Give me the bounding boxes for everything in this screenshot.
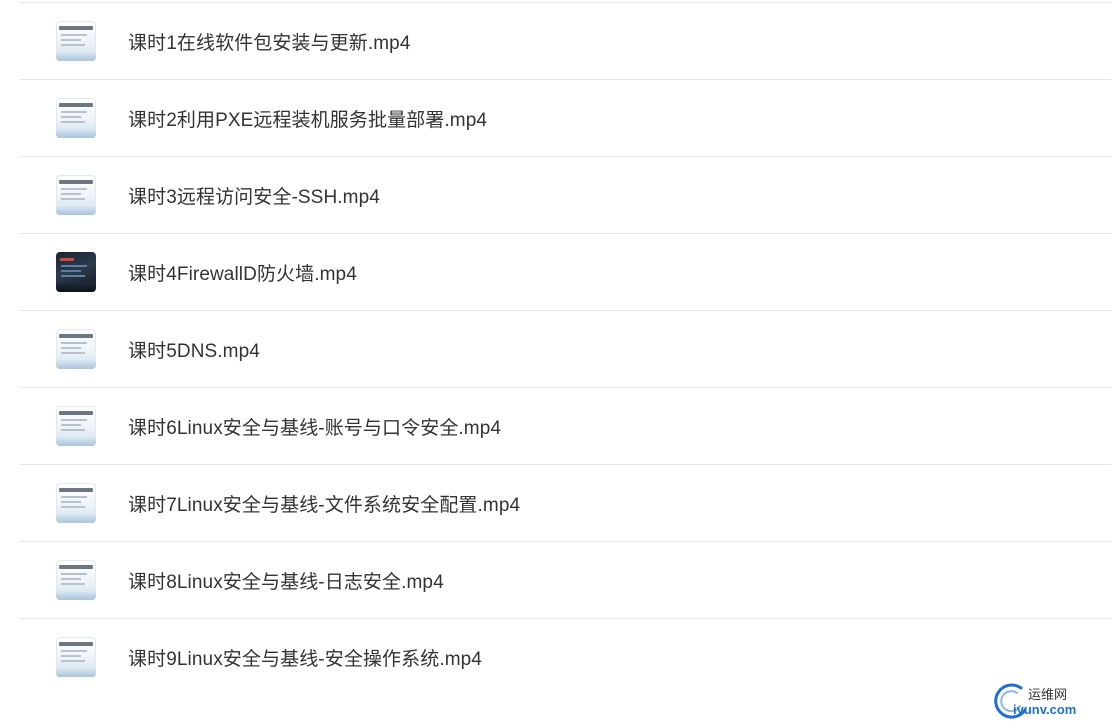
list-item[interactable]: 课时5DNS.mp4 xyxy=(20,310,1111,387)
file-name: 课时7Linux安全与基线-文件系统安全配置.mp4 xyxy=(128,494,521,516)
watermark: 运维网 iyunv.com xyxy=(991,682,1099,720)
file-name: 课时9Linux安全与基线-安全操作系统.mp4 xyxy=(128,648,482,670)
list-item[interactable]: 课时6Linux安全与基线-账号与口令安全.mp4 xyxy=(20,387,1111,464)
watermark-bottom-text: iyunv.com xyxy=(1013,702,1077,717)
list-item[interactable]: 课时1在线软件包安装与更新.mp4 xyxy=(20,2,1111,79)
file-name: 课时4FirewallD防火墙.mp4 xyxy=(128,263,357,285)
video-thumbnail xyxy=(56,637,96,677)
file-list: 课时1在线软件包安装与更新.mp4 课时2利用PXE远程装机服务批量部署.mp4… xyxy=(20,2,1111,695)
file-name: 课时2利用PXE远程装机服务批量部署.mp4 xyxy=(128,109,488,131)
list-item[interactable]: 课时3远程访问安全-SSH.mp4 xyxy=(20,156,1111,233)
video-thumbnail xyxy=(56,483,96,523)
watermark-top-text: 运维网 xyxy=(1028,687,1068,702)
list-item[interactable]: 课时9Linux安全与基线-安全操作系统.mp4 xyxy=(20,618,1111,695)
file-name: 课时6Linux安全与基线-账号与口令安全.mp4 xyxy=(128,417,502,439)
file-name: 课时5DNS.mp4 xyxy=(128,340,260,362)
list-item[interactable]: 课时2利用PXE远程装机服务批量部署.mp4 xyxy=(20,79,1111,156)
video-thumbnail xyxy=(56,560,96,600)
list-item[interactable]: 课时4FirewallD防火墙.mp4 xyxy=(20,233,1111,310)
video-thumbnail xyxy=(56,329,96,369)
list-item[interactable]: 课时8Linux安全与基线-日志安全.mp4 xyxy=(20,541,1111,618)
file-name: 课时8Linux安全与基线-日志安全.mp4 xyxy=(128,571,444,593)
file-name: 课时1在线软件包安装与更新.mp4 xyxy=(128,32,411,54)
video-thumbnail xyxy=(56,175,96,215)
video-thumbnail xyxy=(56,406,96,446)
video-thumbnail xyxy=(56,98,96,138)
video-thumbnail xyxy=(56,252,96,292)
video-thumbnail xyxy=(56,21,96,61)
file-name: 课时3远程访问安全-SSH.mp4 xyxy=(128,186,380,208)
list-item[interactable]: 课时7Linux安全与基线-文件系统安全配置.mp4 xyxy=(20,464,1111,541)
